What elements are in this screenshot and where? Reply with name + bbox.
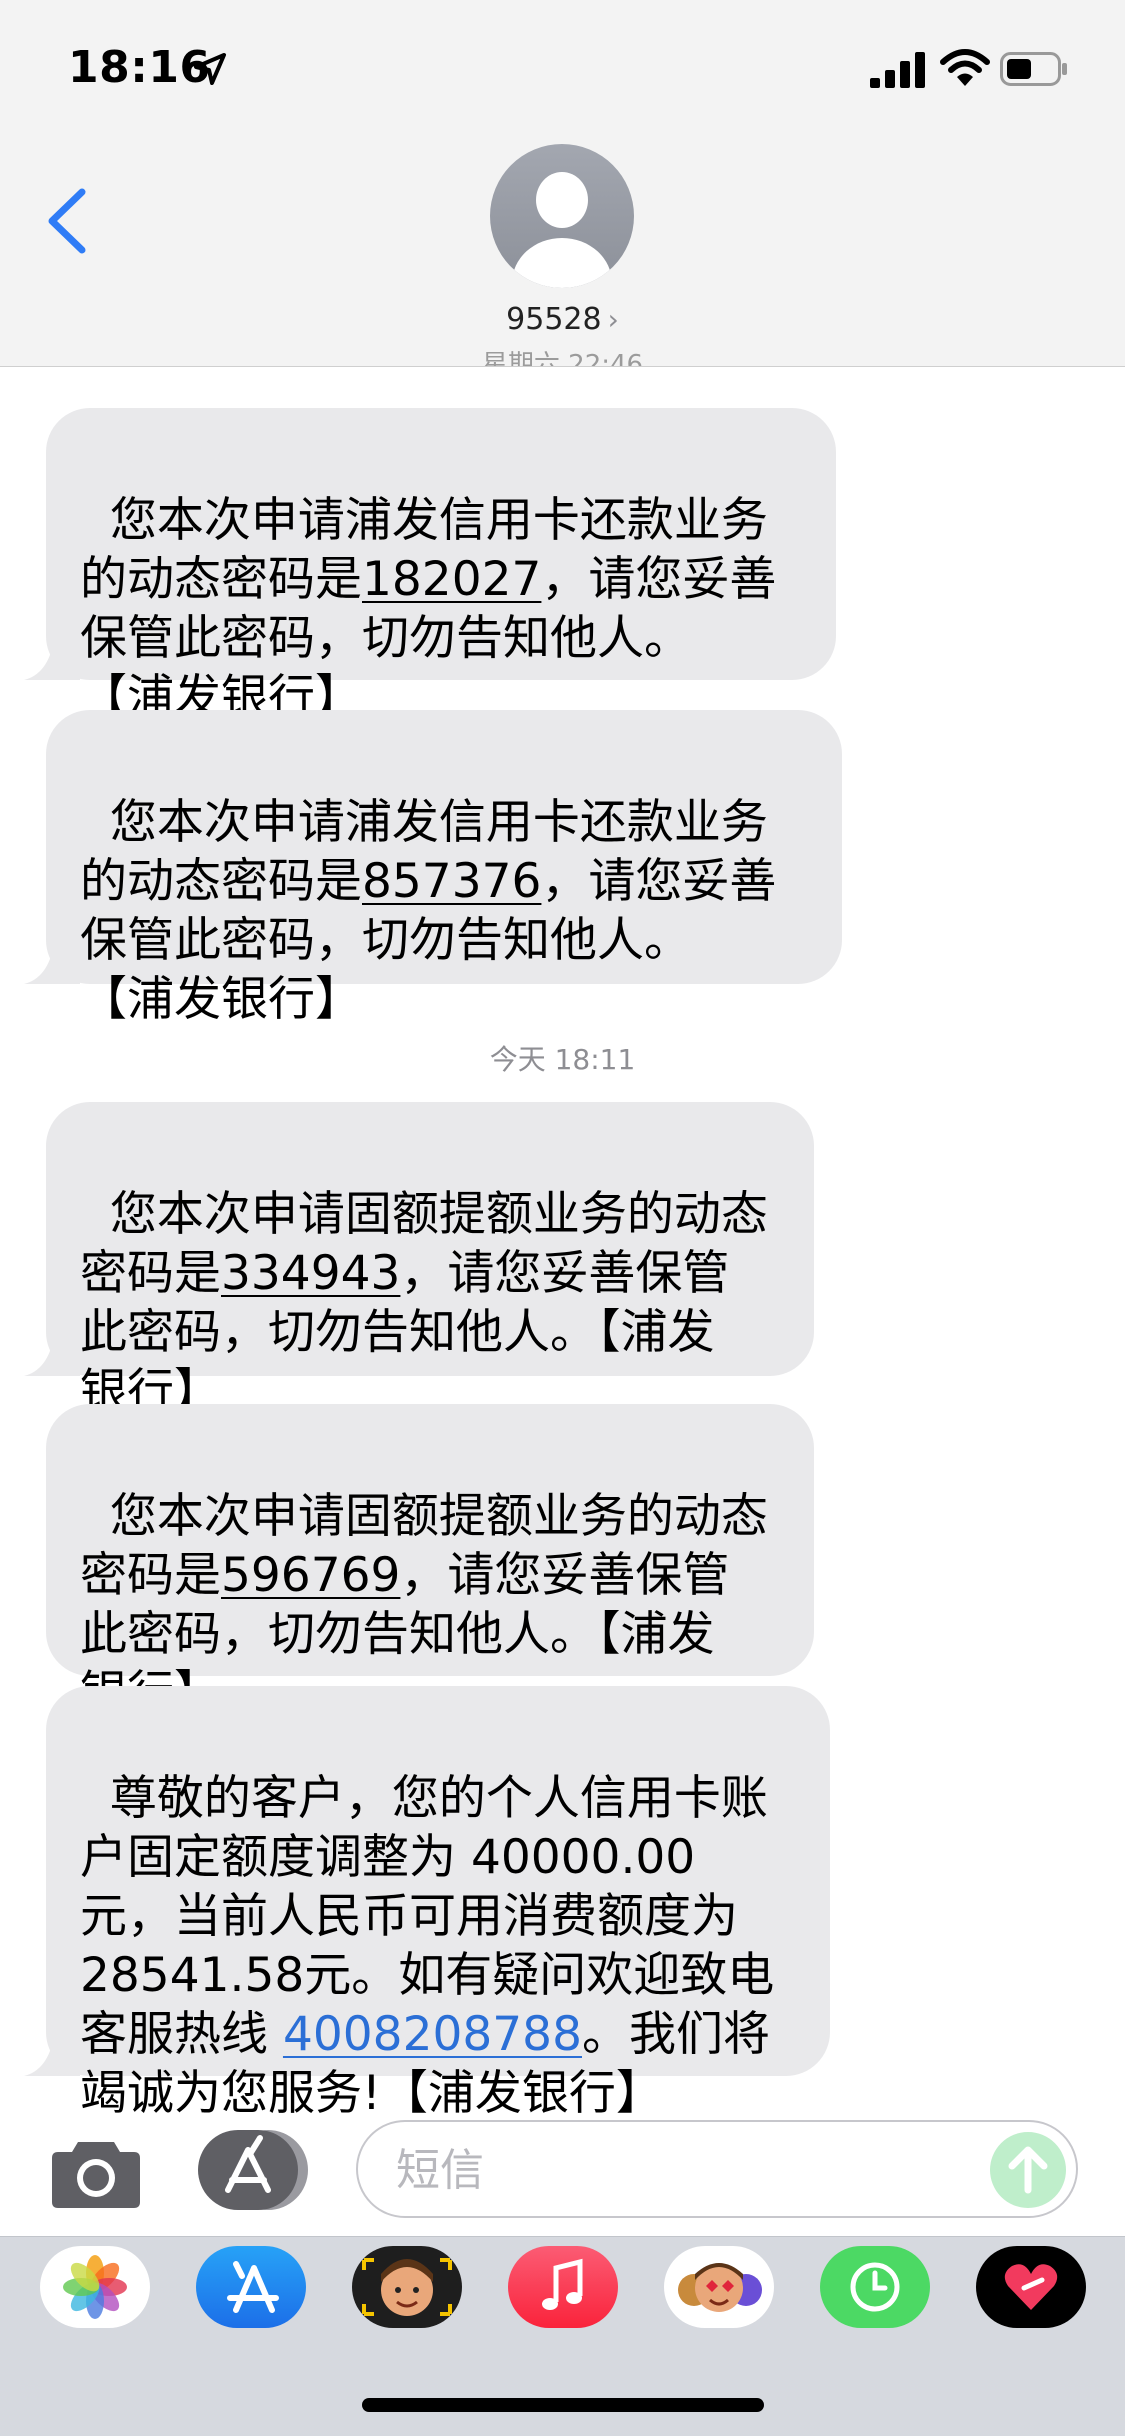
verification-code[interactable]: 857376 <box>362 854 541 909</box>
bubble-tail <box>24 1336 80 1376</box>
message-bubble[interactable]: 您本次申请浦发信用卡还款业务 的动态密码是182027，请您妥善 保管此密码，切… <box>24 408 836 725</box>
bubble-tail <box>24 944 80 984</box>
phone-link[interactable]: 4008208788 <box>283 2007 582 2062</box>
person-icon <box>536 172 588 228</box>
send-button[interactable] <box>990 2132 1066 2208</box>
message-input[interactable] <box>394 2140 958 2200</box>
memoji-stickers-icon[interactable] <box>664 2246 774 2328</box>
timestamp-partial: 星期六 22:46 <box>481 350 644 366</box>
person-icon-body <box>512 238 612 288</box>
message-bubble[interactable]: 您本次申请固额提额业务的动态 密码是334943，请您妥善保管 此密码，切勿告知… <box>24 1102 814 1419</box>
message-input-field[interactable] <box>356 2120 1078 2218</box>
photos-icon[interactable] <box>40 2246 150 2328</box>
verification-code[interactable]: 596769 <box>221 1548 400 1603</box>
message-bubble[interactable]: 您本次申请浦发信用卡还款业务 的动态密码是857376，请您妥善 保管此密码，切… <box>24 710 842 1027</box>
home-indicator[interactable] <box>362 2398 764 2412</box>
timestamp-today: 今天 18:11 <box>489 1043 636 1076</box>
bubble-tail <box>24 640 80 680</box>
wifi-icon <box>940 49 990 86</box>
navigation-header: 18:16 95528 › <box>0 0 1125 367</box>
verification-code[interactable]: 334943 <box>221 1246 400 1301</box>
screen-time-icon[interactable] <box>820 2246 930 2328</box>
back-chevron-icon[interactable] <box>44 186 88 256</box>
app-store-icon[interactable] <box>196 2246 306 2328</box>
digital-touch-icon[interactable] <box>976 2246 1086 2328</box>
status-time: 18:16 <box>68 42 211 93</box>
contact-name[interactable]: 95528 › <box>0 302 1125 337</box>
bubble-tail <box>24 2036 80 2076</box>
contact-avatar[interactable] <box>490 144 634 288</box>
memoji-icon[interactable] <box>352 2246 462 2328</box>
message-bubble[interactable]: 您本次申请固额提额业务的动态 密码是596769，请您妥善保管 此密码，切勿告知… <box>46 1404 814 1721</box>
message-bubble[interactable]: 尊敬的客户，您的个人信用卡账 户固定额度调整为 40000.00 元，当前人民币… <box>24 1686 830 2121</box>
apps-button-icon[interactable] <box>198 2130 308 2210</box>
verification-code[interactable]: 182027 <box>362 552 541 607</box>
music-icon[interactable] <box>508 2246 618 2328</box>
contact-number: 95528 <box>506 302 602 337</box>
battery-icon <box>1000 52 1067 86</box>
chevron-right-icon: › <box>607 303 619 336</box>
camera-icon[interactable] <box>50 2134 142 2210</box>
arrow-up-icon <box>1008 2146 1048 2194</box>
location-arrow-icon <box>194 53 226 85</box>
cellular-signal-icon <box>870 52 925 88</box>
